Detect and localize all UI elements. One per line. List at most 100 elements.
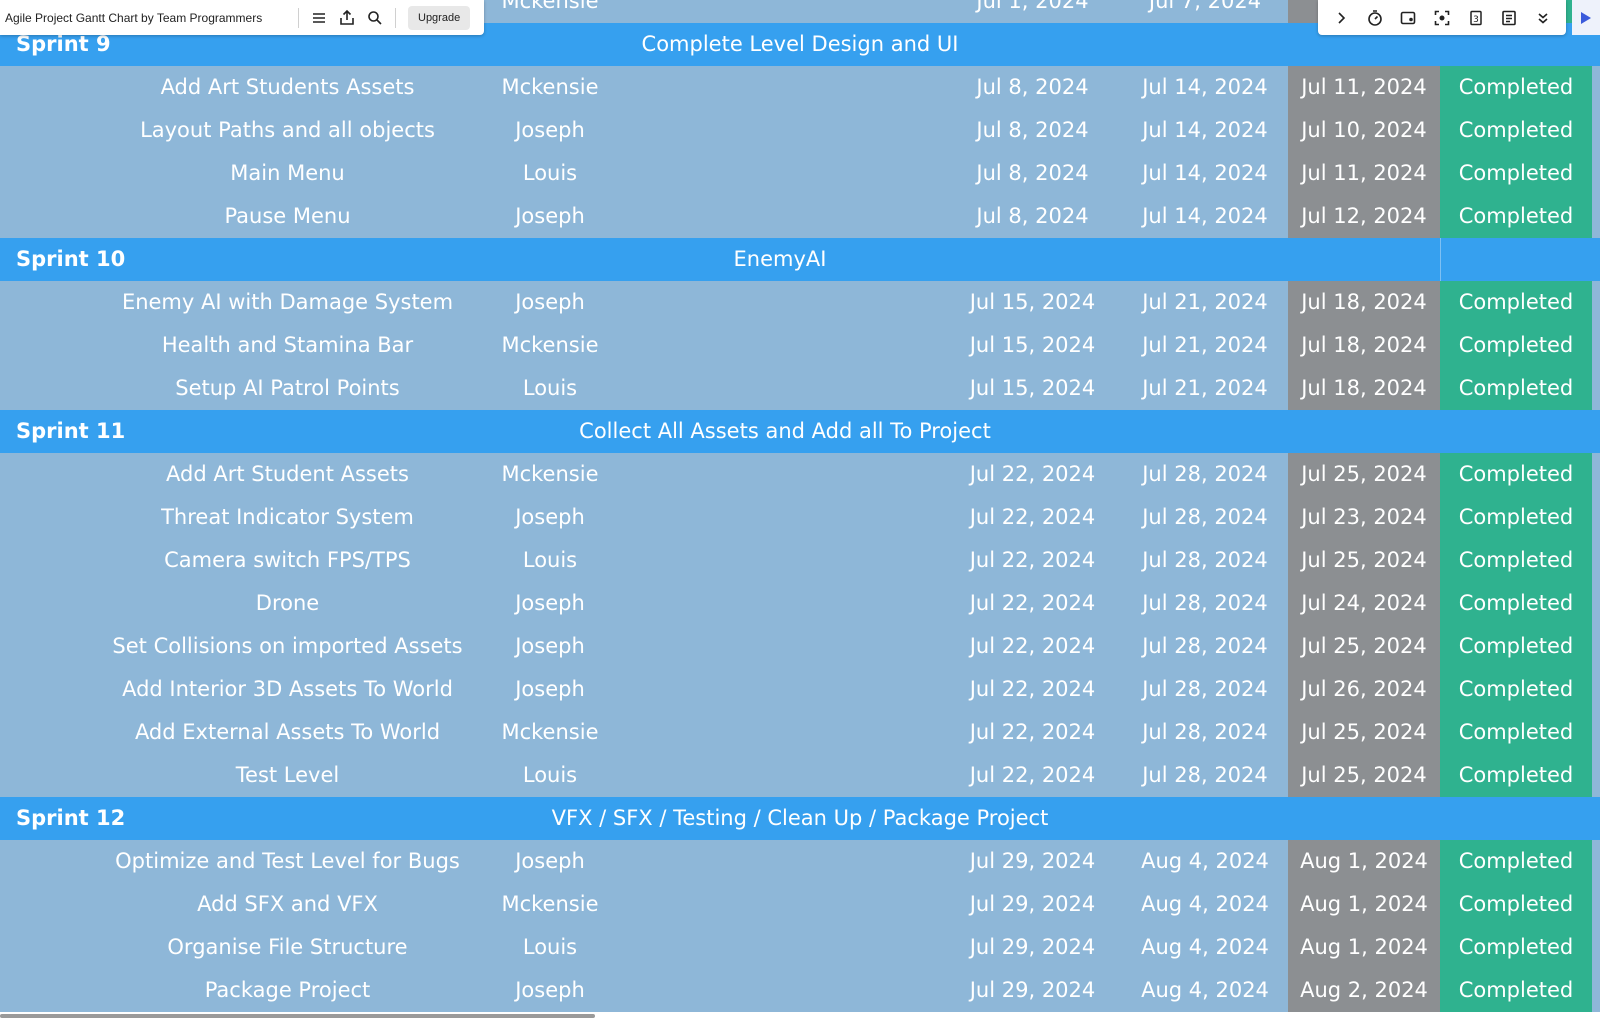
end-date-cell: Jul 28, 2024 xyxy=(1142,720,1268,744)
done-date-cell: Jul 23, 2024 xyxy=(1288,496,1440,539)
done-date-cell: Aug 2, 2024 xyxy=(1288,969,1440,1012)
owner-cell: Mckensie xyxy=(501,333,599,357)
status-cell: Completed xyxy=(1440,969,1592,1012)
status-cell: Completed xyxy=(1440,883,1592,926)
done-date-cell: Jul 18, 2024 xyxy=(1288,281,1440,324)
end-date-cell: Aug 4, 2024 xyxy=(1141,935,1269,959)
table-row[interactable]: Setup AI Patrol Points Louis Jul 15, 202… xyxy=(0,367,1600,410)
start-date-cell: Jul 22, 2024 xyxy=(969,591,1096,615)
owner-cell: Louis xyxy=(522,161,578,185)
sprint-name: Sprint 10 xyxy=(16,247,126,271)
start-date-cell: Jul 22, 2024 xyxy=(969,462,1096,486)
menu-icon[interactable] xyxy=(305,4,333,32)
status-cell: Completed xyxy=(1440,668,1592,711)
table-row[interactable]: Pause Menu Joseph Jul 8, 2024 Jul 14, 20… xyxy=(0,195,1600,238)
end-date-cell: Jul 28, 2024 xyxy=(1142,462,1268,486)
start-date-cell: Jul 22, 2024 xyxy=(969,677,1096,701)
sprint-name: Sprint 12 xyxy=(16,806,126,830)
sprint-header-10[interactable]: Sprint 10 EnemyAI xyxy=(0,238,1600,281)
start-date-cell: Jul 8, 2024 xyxy=(976,204,1089,228)
table-row[interactable]: Add SFX and VFX Mckensie Jul 29, 2024 Au… xyxy=(0,883,1600,926)
done-date-cell: Jul 25, 2024 xyxy=(1288,625,1440,668)
table-row[interactable]: Layout Paths and all objects Joseph Jul … xyxy=(0,109,1600,152)
end-date-cell: Jul 28, 2024 xyxy=(1142,763,1268,787)
timer-icon[interactable] xyxy=(1362,4,1388,32)
status-cell: Completed xyxy=(1440,453,1592,496)
status-cell: Completed xyxy=(1440,840,1592,883)
done-date-cell: Aug 1, 2024 xyxy=(1288,883,1440,926)
done-date-cell: Jul 24, 2024 xyxy=(1288,582,1440,625)
table-row[interactable]: Set Collisions on imported Assets Joseph… xyxy=(0,625,1600,668)
upgrade-button[interactable]: Upgrade xyxy=(408,5,471,30)
owner-cell: Joseph xyxy=(515,634,585,658)
status-cell: Completed xyxy=(1440,496,1592,539)
done-date-cell: Jul 12, 2024 xyxy=(1288,195,1440,238)
chevron-double-down-icon[interactable] xyxy=(1530,4,1556,32)
start-date-cell: Jul 29, 2024 xyxy=(969,849,1096,873)
end-date-cell: Jul 7, 2024 xyxy=(1148,0,1262,13)
sprint-title: EnemyAI xyxy=(733,247,827,271)
table-row[interactable]: Threat Indicator System Joseph Jul 22, 2… xyxy=(0,496,1600,539)
table-row[interactable]: Camera switch FPS/TPS Louis Jul 22, 2024… xyxy=(0,539,1600,582)
owner-cell: Joseph xyxy=(515,978,585,1002)
table-row[interactable]: Add External Assets To World Mckensie Ju… xyxy=(0,711,1600,754)
start-date-cell: Jul 8, 2024 xyxy=(976,118,1089,142)
table-row[interactable]: Health and Stamina Bar Mckensie Jul 15, … xyxy=(0,324,1600,367)
status-cell: Completed xyxy=(1440,195,1592,238)
table-row[interactable]: Test Level Louis Jul 22, 2024 Jul 28, 20… xyxy=(0,754,1600,797)
owner-cell: Joseph xyxy=(515,204,585,228)
start-date-cell: Jul 8, 2024 xyxy=(976,161,1089,185)
sprint-header-11[interactable]: Sprint 11 Collect All Assets and Add all… xyxy=(0,410,1600,453)
chevron-right-icon[interactable] xyxy=(1328,4,1354,32)
end-date-cell: Jul 14, 2024 xyxy=(1142,118,1268,142)
owner-cell: Mckensie xyxy=(501,75,599,99)
end-date-cell: Jul 28, 2024 xyxy=(1142,505,1268,529)
owner-cell: Joseph xyxy=(515,591,585,615)
table-row[interactable]: Drone Joseph Jul 22, 2024 Jul 28, 2024 J… xyxy=(0,582,1600,625)
table-row[interactable]: Organise File Structure Louis Jul 29, 20… xyxy=(0,926,1600,969)
app-toolbar: Agile Project Gantt Chart by Team Progra… xyxy=(0,0,484,35)
horizontal-scrollbar[interactable] xyxy=(0,1014,595,1018)
sprint-title: Complete Level Design and UI xyxy=(641,32,959,56)
owner-cell: Louis xyxy=(522,376,578,400)
image-edit-icon[interactable] xyxy=(1395,4,1421,32)
owner-cell: Joseph xyxy=(515,849,585,873)
share-icon[interactable] xyxy=(333,4,361,32)
table-row[interactable]: Add Art Student Assets Mckensie Jul 22, … xyxy=(0,453,1600,496)
end-date-cell: Aug 4, 2024 xyxy=(1141,849,1269,873)
done-date-cell: Jul 25, 2024 xyxy=(1288,711,1440,754)
present-cursor-icon[interactable] xyxy=(1572,0,1600,35)
status-cell: Completed xyxy=(1440,109,1592,152)
owner-cell: Mckensie xyxy=(501,462,599,486)
counter-icon[interactable]: 3 xyxy=(1463,4,1489,32)
document-title: Agile Project Gantt Chart by Team Progra… xyxy=(5,10,263,25)
table-row[interactable]: Main Menu Louis Jul 8, 2024 Jul 14, 2024… xyxy=(0,152,1600,195)
sprint-header-12[interactable]: Sprint 12 VFX / SFX / Testing / Clean Up… xyxy=(0,797,1600,840)
table-row[interactable]: Optimize and Test Level for Bugs Joseph … xyxy=(0,840,1600,883)
end-date-cell: Jul 28, 2024 xyxy=(1142,548,1268,572)
done-date-cell: Jul 25, 2024 xyxy=(1288,453,1440,496)
status-cell: Completed xyxy=(1440,324,1592,367)
start-date-cell: Jul 22, 2024 xyxy=(969,548,1096,572)
focus-icon[interactable] xyxy=(1429,4,1455,32)
owner-cell: Joseph xyxy=(515,677,585,701)
table-row[interactable]: Add Interior 3D Assets To World Joseph J… xyxy=(0,668,1600,711)
search-icon[interactable] xyxy=(361,4,389,32)
start-date-cell: Jul 22, 2024 xyxy=(969,634,1096,658)
end-date-cell: Jul 14, 2024 xyxy=(1142,161,1268,185)
start-date-cell: Jul 29, 2024 xyxy=(969,892,1096,916)
table-row[interactable]: Package Project Joseph Jul 29, 2024 Aug … xyxy=(0,969,1600,1012)
sprint-title: Collect All Assets and Add all To Projec… xyxy=(579,419,991,443)
owner-cell: Joseph xyxy=(515,290,585,314)
end-date-cell: Jul 28, 2024 xyxy=(1142,591,1268,615)
start-date-cell: Jul 22, 2024 xyxy=(969,720,1096,744)
table-row[interactable]: Enemy AI with Damage System Joseph Jul 1… xyxy=(0,281,1600,324)
end-date-cell: Aug 4, 2024 xyxy=(1141,892,1269,916)
sprint-divider xyxy=(1440,238,1441,281)
owner-cell: Joseph xyxy=(515,505,585,529)
notes-icon[interactable] xyxy=(1496,4,1522,32)
table-row[interactable]: Add Art Students Assets Mckensie Jul 8, … xyxy=(0,66,1600,109)
done-date-cell: Jul 11, 2024 xyxy=(1288,66,1440,109)
done-date-cell: Jul 25, 2024 xyxy=(1288,539,1440,582)
owner-cell: Louis xyxy=(522,548,578,572)
